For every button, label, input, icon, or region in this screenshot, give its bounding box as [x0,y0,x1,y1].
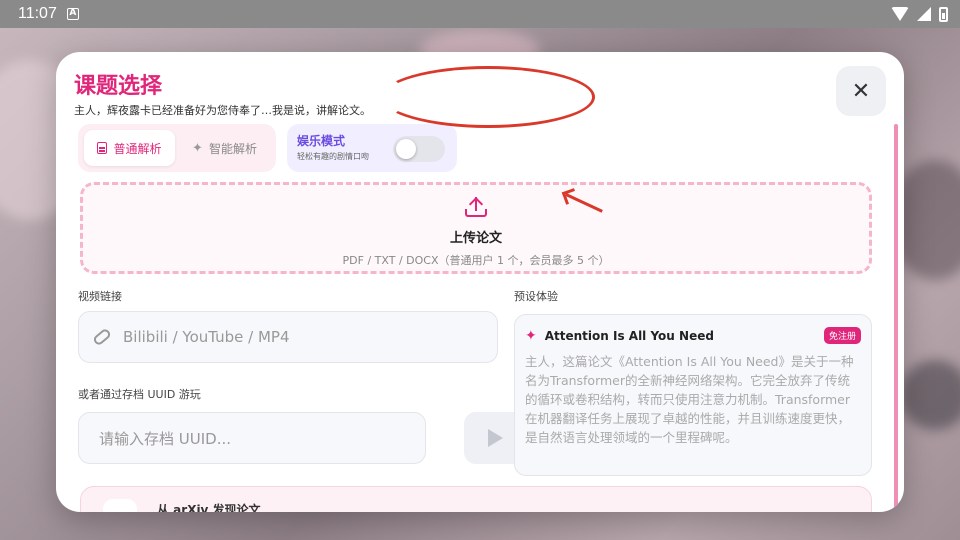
video-link-input[interactable]: Bilibili / YouTube / MP4 [78,311,498,363]
no-registration-badge: 免注册 [823,327,861,344]
sparkle-icon: ✦ [192,140,203,156]
wifi-icon [891,7,909,21]
normal-parse-label: 普通解析 [113,141,162,156]
signal-icon [917,7,931,21]
sparkle-icon: ✦ [525,327,537,344]
arxiv-icon [103,499,137,512]
arxiv-discover-title: 从 arXiv 发现论文 [157,503,261,512]
archive-uuid-input[interactable]: 请输入存档 UUID... [78,412,426,464]
normal-parse-button[interactable]: 普通解析 [84,130,175,166]
document-icon [97,142,108,154]
preset-paper-title: Attention Is All You Need [544,328,714,343]
preset-experience-label: 预设体验 [514,290,558,303]
preset-paper-summary: 主人，这篇论文《Attention Is All You Need》是关于一种名… [525,354,854,445]
link-icon [91,327,113,347]
video-link-placeholder: Bilibili / YouTube / MP4 [123,328,290,346]
upload-icon [465,197,487,217]
close-button[interactable]: ✕ [836,66,886,116]
video-link-label: 视频链接 [78,290,122,303]
scrollbar[interactable] [894,124,898,512]
close-icon: ✕ [851,78,871,104]
entertainment-mode-toggle[interactable] [393,136,445,162]
play-icon [487,429,503,447]
upload-desc: PDF / TXT / DOCX（普通用户 1 个，会员最多 5 个） [342,254,610,267]
annotation-ellipse [381,66,595,128]
notification-a-icon: A [66,8,79,20]
preset-paper-card[interactable]: ✦ Attention Is All You Need 免注册 主人，这篇论文《… [514,314,872,476]
entertainment-mode-box: 娱乐模式 轻松有趣的剧情口吻 [287,124,457,172]
archive-uuid-label: 或者通过存档 UUID 游玩 [78,388,201,401]
status-bar: 11:07 A [0,0,960,28]
arxiv-discover-card[interactable]: 从 arXiv 发现论文 [80,486,872,512]
parse-mode-switch: 普通解析 ✦ 智能解析 [78,124,276,172]
toggle-knob [396,139,416,159]
battery-icon [939,6,948,22]
dialog-title: 课题选择 [74,74,163,99]
dialog-subtitle: 主人，辉夜露卡已经准备好为您侍奉了…我是说，讲解论文。 [74,104,371,117]
archive-uuid-placeholder: 请输入存档 UUID... [99,429,232,448]
smart-parse-label: 智能解析 [208,141,257,156]
upload-paper-dropzone[interactable]: 上传论文 PDF / TXT / DOCX（普通用户 1 个，会员最多 5 个） [80,182,872,274]
smart-parse-button[interactable]: ✦ 智能解析 [179,130,270,166]
upload-title: 上传论文 [449,231,502,246]
status-time: 11:07 [18,5,57,22]
